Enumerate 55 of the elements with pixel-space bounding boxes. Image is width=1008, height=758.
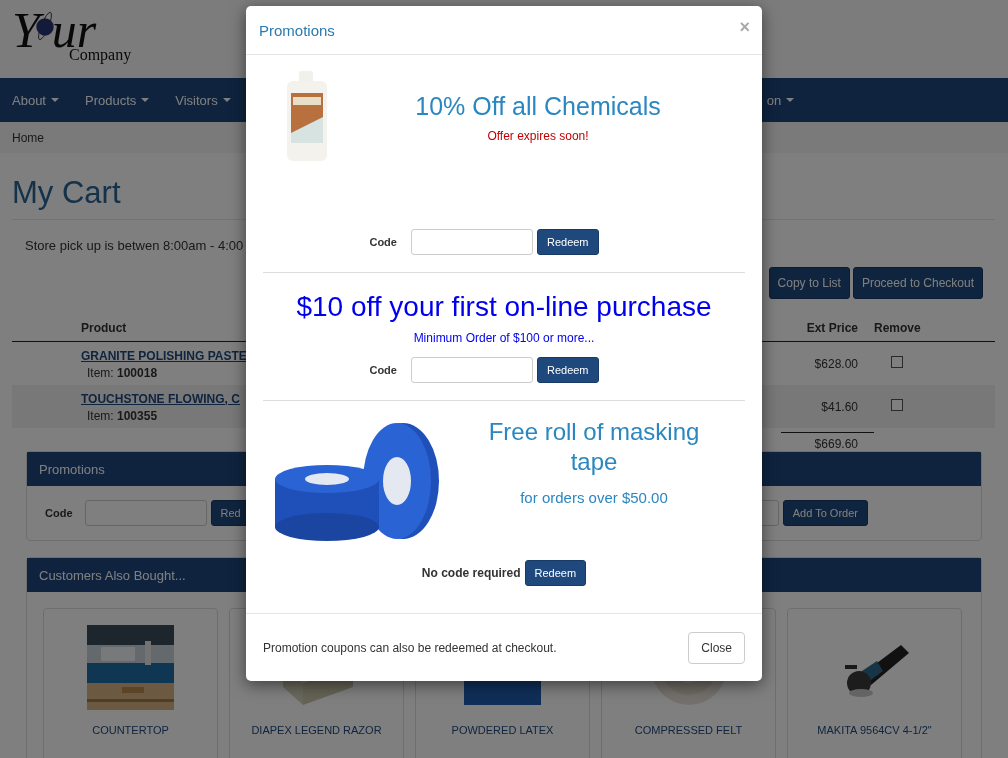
item-number: 100355 xyxy=(117,408,158,423)
dialog-title: Promotions xyxy=(259,21,335,39)
cart-total: $669.60 xyxy=(781,432,874,451)
code-label: Code xyxy=(45,507,73,519)
nav-menu[interactable]: Products xyxy=(85,92,150,108)
offer-subtitle: Minimum Order of $100 or more... xyxy=(413,331,595,345)
column-header: Product xyxy=(81,321,128,335)
product-name[interactable]: POWDERED LATEX xyxy=(451,724,554,736)
product-card[interactable]: COUNTERTOP xyxy=(43,608,218,758)
redeem-button[interactable]: Redeem xyxy=(536,229,599,255)
caret-icon xyxy=(141,98,150,102)
nav-menu[interactable]: Visitors xyxy=(175,92,231,108)
code-label: Code xyxy=(369,364,397,376)
product-card[interactable]: MAKITA 9564CV 4-1/2" xyxy=(787,608,962,758)
breadcrumb-link[interactable]: Home xyxy=(12,130,44,145)
close-button[interactable]: Close xyxy=(688,631,745,664)
product-name[interactable]: DIAPEX LEGEND RAZOR xyxy=(251,724,382,736)
nav-menu[interactable]: About xyxy=(12,92,59,108)
redeem-button[interactable]: Redeem xyxy=(536,357,599,383)
item-label: Item: xyxy=(87,408,114,423)
product-name[interactable]: COMPRESSED FELT xyxy=(634,724,743,736)
product-link[interactable]: TOUCHSTONE FLOWING, C xyxy=(81,391,240,406)
add-to-order-button[interactable]: Add To Order xyxy=(782,500,868,526)
cart-button[interactable]: Proceed to Checkout xyxy=(852,267,983,299)
offer-subtitle: Offer expires soon! xyxy=(487,129,589,143)
item-number: 100018 xyxy=(117,365,158,380)
nav-menu[interactable]: on xyxy=(766,92,795,108)
cart-button[interactable]: Copy to List xyxy=(768,267,850,299)
offer-subtitle: for orders over $50.00 xyxy=(520,489,668,506)
column-header: Ext Price xyxy=(805,321,859,335)
code-label: No code required xyxy=(421,566,521,580)
product-name[interactable]: COUNTERTOP xyxy=(92,724,169,736)
panel-title: Promotions xyxy=(39,461,105,477)
caret-icon xyxy=(222,98,231,102)
code-label: Code xyxy=(369,236,397,248)
caret-icon xyxy=(51,98,59,102)
panel-title: Customers Also Bought... xyxy=(39,567,186,583)
ext-price: $628.00 xyxy=(813,356,859,371)
ext-price: $41.60 xyxy=(820,399,859,414)
product-name[interactable]: MAKITA 9564CV 4-1/2" xyxy=(817,724,932,736)
code-field[interactable] xyxy=(410,357,533,383)
code-field[interactable] xyxy=(410,229,533,255)
logo-subtitle: Company xyxy=(69,46,132,64)
remove-checkbox[interactable] xyxy=(891,399,903,411)
product-link[interactable]: GRANITE POLISHING PASTE xyxy=(81,348,247,363)
column-header: Remove xyxy=(874,321,922,335)
redeem-button[interactable]: Redeem xyxy=(524,560,587,586)
offer-title: $10 off your first on-line purchase xyxy=(296,291,712,323)
pickup-note: Store pick up is betwen 8:00am - 4:00 xyxy=(25,238,244,253)
code-field[interactable] xyxy=(84,500,207,526)
offer-title: Free roll of masking tape xyxy=(487,417,701,477)
caret-icon xyxy=(786,98,795,102)
item-label: Item: xyxy=(87,365,114,380)
offer-title: 10% Off all Chemicals xyxy=(415,92,661,121)
remove-checkbox[interactable] xyxy=(891,356,903,368)
